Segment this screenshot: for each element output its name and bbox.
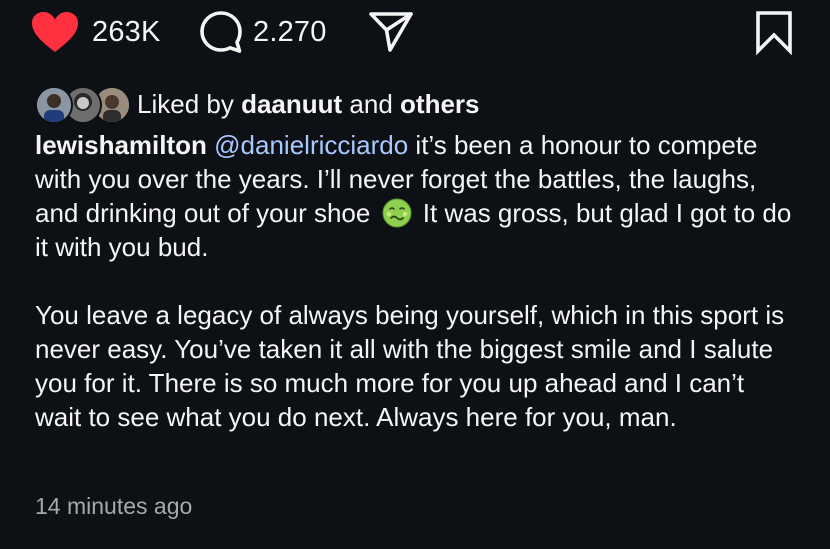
liked-by-user[interactable]: daanuut [241, 89, 342, 119]
caption-mention[interactable]: @danielricciardo [214, 130, 408, 160]
post-caption: lewishamilton @danielricciardo it’s been… [35, 128, 795, 434]
nauseated-face-emoji [382, 198, 412, 228]
caption-paragraph-1: lewishamilton @danielricciardo it’s been… [35, 128, 795, 264]
liked-by-connector: and [349, 88, 393, 119]
comment-button[interactable]: 2.270 [198, 8, 327, 56]
likes-count[interactable]: 263K [92, 16, 161, 49]
bookmark-icon [756, 11, 792, 55]
liked-by-prefix: Liked by [137, 88, 234, 119]
comments-count[interactable]: 2.270 [253, 16, 327, 49]
caption-username[interactable]: lewishamilton [35, 130, 207, 160]
share-icon [369, 12, 413, 52]
like-button[interactable]: 263K [30, 8, 161, 56]
liker-avatars[interactable] [35, 85, 131, 124]
post-timestamp: 14 minutes ago [35, 493, 193, 519]
heart-icon [32, 12, 78, 52]
share-button[interactable] [368, 8, 414, 56]
post-action-bar: 263K 2.270 [0, 0, 830, 64]
liked-by-text: Liked by daanuut and others [137, 89, 480, 120]
comment-icon [200, 11, 242, 53]
avatar[interactable] [35, 86, 73, 124]
save-button[interactable] [752, 8, 796, 56]
caption-paragraph-2: You leave a legacy of always being yours… [35, 300, 785, 432]
liked-by-row[interactable]: Liked by daanuut and others [35, 83, 480, 125]
liked-by-others[interactable]: others [400, 89, 479, 119]
